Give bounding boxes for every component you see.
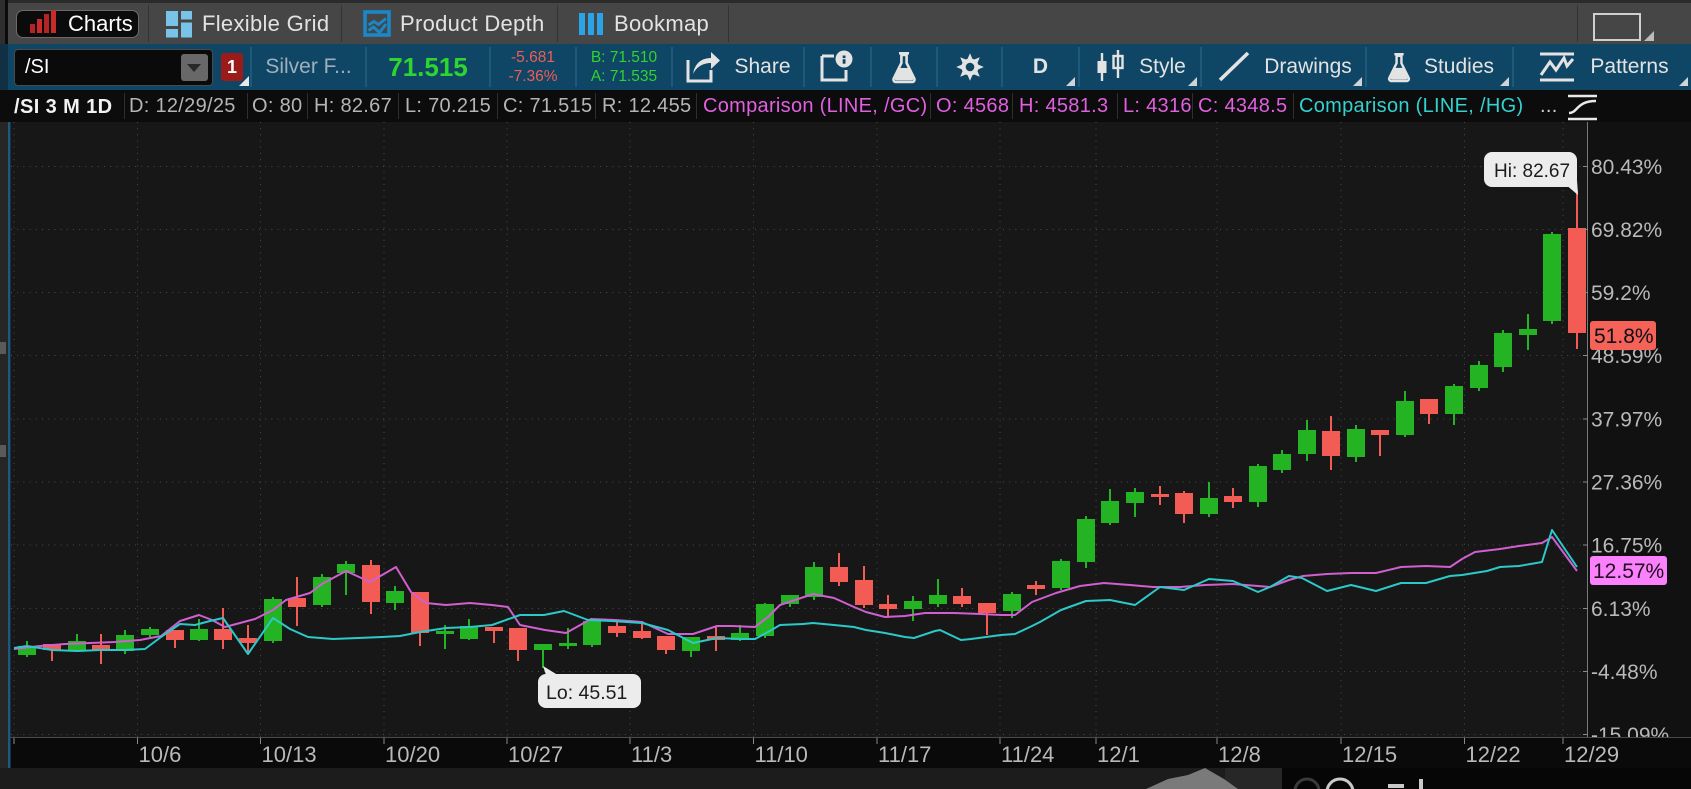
svg-text:10/6: 10/6 (139, 742, 182, 767)
svg-text:Lo: 45.51: Lo: 45.51 (546, 682, 627, 704)
svg-text:11/3: 11/3 (631, 742, 672, 767)
svg-text:12/8: 12/8 (1218, 742, 1261, 767)
svg-text:59.2%: 59.2% (1591, 282, 1651, 305)
svg-text:69.82%: 69.82% (1591, 219, 1662, 242)
svg-text:12.57%: 12.57% (1593, 560, 1664, 583)
svg-text:Hi: 82.67: Hi: 82.67 (1494, 161, 1570, 182)
svg-text:12/29: 12/29 (1564, 742, 1619, 767)
svg-text:80.43%: 80.43% (1591, 156, 1662, 179)
svg-text:37.97%: 37.97% (1591, 409, 1662, 432)
svg-text:16.75%: 16.75% (1591, 535, 1662, 558)
svg-text:10/13: 10/13 (262, 742, 317, 767)
svg-text:-4.48%: -4.48% (1591, 661, 1658, 684)
svg-text:51.8%: 51.8% (1594, 325, 1654, 348)
svg-text:12/22: 12/22 (1466, 742, 1521, 767)
svg-text:10/20: 10/20 (385, 742, 440, 767)
svg-text:12/15: 12/15 (1342, 742, 1397, 767)
svg-text:6.13%: 6.13% (1591, 598, 1651, 621)
svg-text:27.36%: 27.36% (1591, 472, 1662, 495)
svg-text:11/10: 11/10 (755, 742, 808, 767)
svg-text:11/24: 11/24 (1001, 742, 1054, 767)
svg-text:10/27: 10/27 (508, 742, 563, 767)
svg-text:12/1: 12/1 (1097, 742, 1140, 767)
svg-text:11/17: 11/17 (878, 742, 931, 767)
